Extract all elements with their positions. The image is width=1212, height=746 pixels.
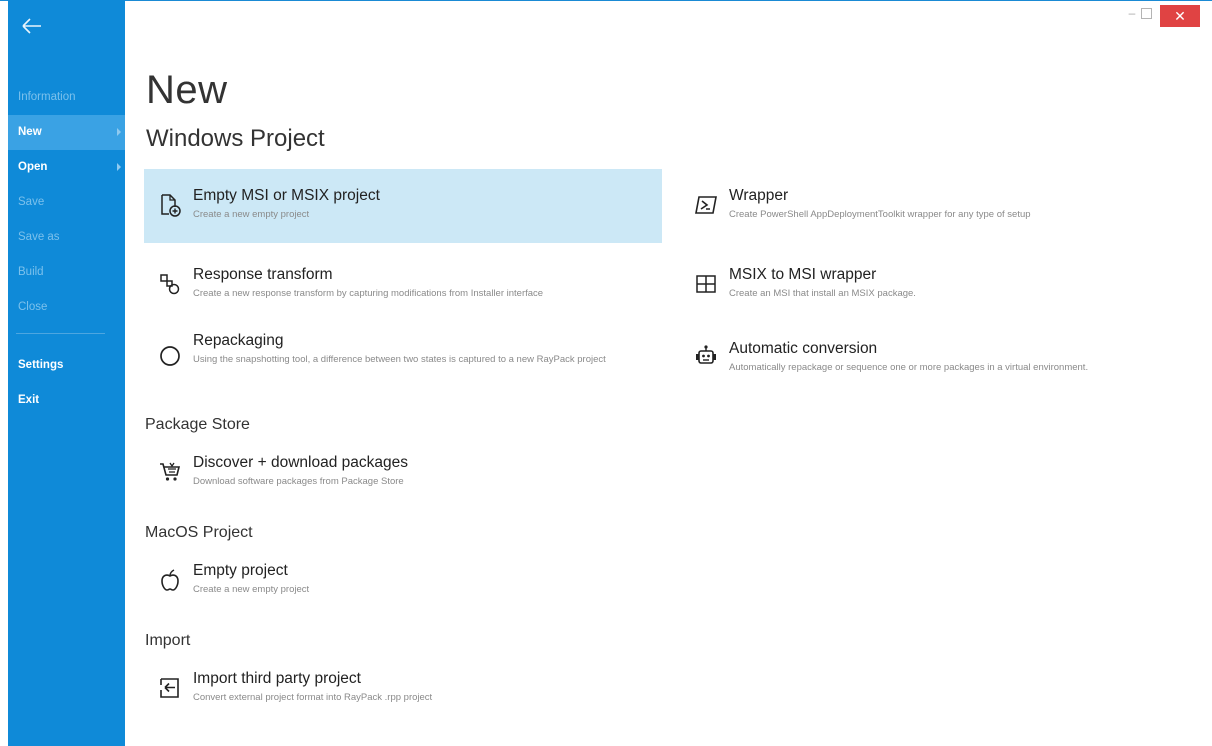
sidebar-item-label: Save xyxy=(18,196,45,208)
item-description: Create a new empty project xyxy=(193,209,310,220)
import-third-party-project[interactable]: Import third party project Convert exter… xyxy=(144,656,662,722)
sidebar-item-label: Open xyxy=(18,161,48,173)
new-macos-empty-project[interactable]: Empty project Create a new empty project xyxy=(144,548,662,614)
sidebar: Information New Open Save Save as Build … xyxy=(8,0,125,746)
sidebar-item-label: Information xyxy=(18,91,76,103)
robot-icon xyxy=(694,344,718,368)
item-title: Empty MSI or MSIX project xyxy=(193,187,380,204)
new-wrapper[interactable]: Wrapper Create PowerShell AppDeploymentT… xyxy=(680,169,1200,243)
window-top-border xyxy=(0,0,1212,1)
sidebar-item-label: Exit xyxy=(18,394,40,406)
item-description: Automatically repackage or sequence one … xyxy=(729,362,1089,373)
item-description: Create a new empty project xyxy=(193,584,310,595)
item-title: Discover + download packages xyxy=(193,454,408,471)
discover-download-packages[interactable]: Discover + download packages Download so… xyxy=(144,440,662,506)
item-title: MSIX to MSI wrapper xyxy=(729,266,877,283)
sidebar-item-save[interactable]: Save xyxy=(8,185,125,220)
item-description: Create PowerShell AppDeploymentToolkit w… xyxy=(729,209,1031,220)
back-button[interactable] xyxy=(20,14,44,38)
sidebar-item-label: Build xyxy=(18,266,44,278)
arrow-left-icon xyxy=(22,18,41,34)
item-description: Download software packages from Package … xyxy=(193,476,404,487)
sidebar-item-build[interactable]: Build xyxy=(8,255,125,290)
sidebar-item-label: Close xyxy=(18,301,48,313)
item-title: Automatic conversion xyxy=(729,340,878,357)
item-title: Import third party project xyxy=(193,670,361,687)
sidebar-divider xyxy=(16,333,105,334)
section-heading-import: Import xyxy=(145,632,191,649)
item-description: Convert external project format into Ray… xyxy=(193,692,433,703)
apple-icon xyxy=(158,568,182,592)
new-repackaging[interactable]: Repackaging Using the snapshotting tool,… xyxy=(144,320,662,386)
new-msix-to-msi-wrapper[interactable]: MSIX to MSI wrapper Create an MSI that i… xyxy=(680,248,1200,322)
close-button[interactable]: ✕ xyxy=(1160,5,1200,27)
transform-icon xyxy=(158,272,182,296)
section-heading-windows-project: Windows Project xyxy=(146,125,325,152)
maximize-button[interactable] xyxy=(1141,8,1152,19)
new-automatic-conversion[interactable]: Automatic conversion Automatically repac… xyxy=(680,320,1200,386)
chevron-right-icon xyxy=(117,128,121,136)
item-title: Empty project xyxy=(193,562,288,579)
circle-icon xyxy=(158,344,182,368)
sidebar-item-open[interactable]: Open xyxy=(8,150,125,185)
sidebar-item-exit[interactable]: Exit xyxy=(8,383,125,418)
sidebar-item-label: New xyxy=(18,126,42,138)
sidebar-item-information[interactable]: Information xyxy=(8,80,125,115)
windows-icon xyxy=(694,272,718,296)
import-icon xyxy=(158,676,182,700)
sidebar-item-label: Settings xyxy=(18,359,64,371)
item-description: Create an MSI that install an MSIX packa… xyxy=(729,288,916,299)
new-document-icon xyxy=(158,193,182,217)
item-title: Wrapper xyxy=(729,187,789,204)
item-title: Repackaging xyxy=(193,332,284,349)
section-heading-package-store: Package Store xyxy=(145,416,250,433)
minimize-button[interactable]: – xyxy=(1124,6,1140,22)
item-description: Create a new response transform by captu… xyxy=(193,288,544,299)
sidebar-item-save-as[interactable]: Save as xyxy=(8,220,125,255)
section-heading-macos-project: MacOS Project xyxy=(145,524,253,541)
sidebar-item-new[interactable]: New xyxy=(8,115,125,150)
sidebar-nav: Information New Open Save Save as Build … xyxy=(8,80,125,418)
new-empty-msi-msix-project[interactable]: Empty MSI or MSIX project Create a new e… xyxy=(144,169,662,243)
sidebar-item-label: Save as xyxy=(18,231,60,243)
item-title: Response transform xyxy=(193,266,333,283)
sidebar-item-close[interactable]: Close xyxy=(8,290,125,325)
powershell-icon xyxy=(694,193,718,217)
item-description: Using the snapshotting tool, a differenc… xyxy=(193,354,606,365)
shopping-cart-icon xyxy=(158,460,182,484)
page-title: New xyxy=(146,68,228,112)
chevron-right-icon xyxy=(117,163,121,171)
new-response-transform[interactable]: Response transform Create a new response… xyxy=(144,248,662,322)
sidebar-item-settings[interactable]: Settings xyxy=(8,348,125,383)
